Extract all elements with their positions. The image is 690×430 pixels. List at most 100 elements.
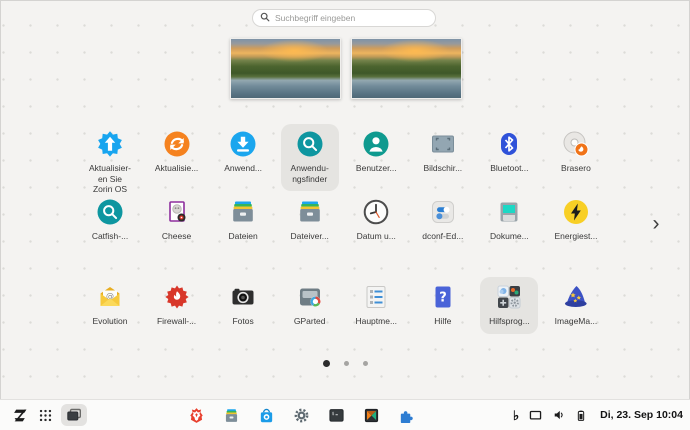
app-fotos[interactable]: Fotos bbox=[214, 277, 272, 334]
app-label: Evolution bbox=[93, 316, 128, 327]
appfinder-icon bbox=[296, 130, 324, 158]
page-dot-1[interactable] bbox=[323, 360, 330, 367]
app-grid-button[interactable] bbox=[39, 409, 52, 422]
app-hauptmenue[interactable]: Hauptme... bbox=[347, 277, 405, 334]
search-input[interactable] bbox=[275, 13, 428, 23]
tray-b-icon[interactable]: ♭ bbox=[513, 409, 519, 422]
search-bar[interactable] bbox=[252, 9, 436, 27]
help-icon: ? bbox=[429, 283, 457, 311]
terminal-button[interactable]: $ bbox=[328, 407, 345, 424]
files-button[interactable] bbox=[223, 407, 240, 424]
files-mini-icon bbox=[223, 407, 240, 424]
evolution-icon: @ bbox=[96, 283, 124, 311]
app-label: Dateien bbox=[228, 231, 257, 242]
app-imagemagick[interactable]: ImageMa... bbox=[547, 277, 605, 334]
app-dateien[interactable]: Dateien bbox=[214, 192, 272, 249]
software-button[interactable] bbox=[258, 407, 275, 424]
app-label: dconf-Ed... bbox=[422, 231, 463, 242]
app-label: Firewall-... bbox=[157, 316, 196, 327]
taskbar-pinned-apps: $ bbox=[188, 400, 415, 430]
app-datum-und-uhrzeit[interactable]: Datum u... bbox=[347, 192, 405, 249]
clock[interactable]: Di, 23. Sep 10:04 bbox=[596, 409, 683, 421]
brave-button[interactable] bbox=[188, 407, 205, 424]
svg-text:?: ? bbox=[439, 291, 447, 306]
zorin-menu-button[interactable] bbox=[11, 406, 30, 425]
app-evolution[interactable]: @ Evolution bbox=[81, 277, 139, 334]
app-label: Aktualisier- en Sie Zorin OS bbox=[89, 163, 131, 195]
brave-icon bbox=[188, 407, 205, 424]
app-label: Aktualisie... bbox=[155, 163, 198, 174]
app-label: Benutzer... bbox=[356, 163, 397, 174]
file-manager-icon bbox=[296, 198, 324, 226]
bluetooth-icon bbox=[495, 130, 523, 158]
app-gparted[interactable]: GParted bbox=[281, 277, 339, 334]
app-bildschirm[interactable]: Bildschir... bbox=[414, 124, 472, 181]
power-icon bbox=[562, 198, 590, 226]
app-label: Datum u... bbox=[357, 231, 396, 242]
extensions-button[interactable] bbox=[398, 407, 415, 424]
app-label: Brasero bbox=[561, 163, 591, 174]
app-aktualisierungen[interactable]: Aktualisie... bbox=[148, 124, 206, 181]
page-dot-3[interactable] bbox=[363, 361, 368, 366]
dconf-icon bbox=[429, 198, 457, 226]
search-icon bbox=[260, 9, 270, 27]
cheese-icon bbox=[163, 198, 191, 226]
app-cheese[interactable]: Cheese bbox=[148, 192, 206, 249]
app-anwendungen[interactable]: Anwend... bbox=[214, 124, 272, 181]
app-label: Anwend... bbox=[224, 163, 262, 174]
window-icon bbox=[66, 408, 82, 422]
taskbar-tray: ♭ Di, 23. Sep 10:04 bbox=[513, 408, 690, 423]
app-energieeinstellungen[interactable]: Energiest... bbox=[547, 192, 605, 249]
app-hilfe[interactable]: ? Hilfe bbox=[414, 277, 472, 334]
wallpaper-thumbnail-1[interactable] bbox=[230, 38, 341, 99]
app-label: ImageMa... bbox=[555, 316, 598, 327]
settings-button[interactable] bbox=[293, 407, 310, 424]
x-app-icon bbox=[363, 407, 380, 424]
app-label: Dateiver... bbox=[291, 231, 329, 242]
app-bluetooth[interactable]: Bluetoot... bbox=[480, 124, 538, 181]
firewall-icon bbox=[163, 283, 191, 311]
taskbar-left bbox=[0, 404, 87, 426]
puzzle-icon bbox=[398, 407, 415, 424]
app-dateiverwaltung[interactable]: Dateiver... bbox=[281, 192, 339, 249]
terminal-icon: $ bbox=[328, 407, 345, 424]
imagemagick-icon bbox=[562, 283, 590, 311]
app-label: Hilfe bbox=[434, 316, 451, 327]
next-page-chevron[interactable]: › bbox=[645, 209, 667, 239]
gparted-icon bbox=[296, 283, 324, 311]
app-label: Dokume... bbox=[490, 231, 529, 242]
app-grid-row-2: Catfish-... Cheese Dateien Dateiver... Datum… bbox=[81, 192, 605, 249]
media-x-button[interactable] bbox=[363, 407, 380, 424]
app-dconf-editor[interactable]: dconf-Ed... bbox=[414, 192, 472, 249]
page-dot-2[interactable] bbox=[344, 361, 349, 366]
app-label: Hilfsprog... bbox=[489, 316, 530, 327]
app-firewall[interactable]: Firewall-... bbox=[148, 277, 206, 334]
app-label: Cheese bbox=[162, 231, 191, 242]
app-grid-row-3: @ Evolution Firewall-... FotosGParted Hauptm… bbox=[81, 277, 605, 334]
tray-slot: ♭ bbox=[513, 408, 587, 423]
software-bag-icon bbox=[258, 407, 275, 424]
battery-icon[interactable] bbox=[575, 408, 587, 423]
brasero-icon bbox=[562, 130, 590, 158]
clock-icon bbox=[362, 198, 390, 226]
desktop: Aktualisier- en Sie Zorin OS Aktualisie..… bbox=[0, 0, 690, 430]
app-label: Energiest... bbox=[554, 231, 597, 242]
app-aktualisieren-sie-zorin-os[interactable]: Aktualisier- en Sie Zorin OS bbox=[81, 124, 139, 202]
app-brasero[interactable]: Brasero bbox=[547, 124, 605, 181]
volume-icon[interactable] bbox=[552, 408, 566, 422]
app-dokumentenscanner[interactable]: Dokume... bbox=[480, 192, 538, 249]
app-benutzer[interactable]: Benutzer... bbox=[347, 124, 405, 181]
wallpaper-thumbnail-2[interactable] bbox=[351, 38, 462, 99]
app-label: Anwendu- ngsfinder bbox=[291, 163, 329, 184]
app-hilfsprogramme[interactable]: Hilfsprog... bbox=[480, 277, 538, 334]
app-catfish[interactable]: Catfish-... bbox=[81, 192, 139, 249]
scanner-icon bbox=[495, 198, 523, 226]
display-icon bbox=[429, 130, 457, 158]
zorin-logo-icon bbox=[11, 406, 30, 425]
page-dots bbox=[0, 360, 690, 367]
app-install-icon bbox=[229, 130, 257, 158]
display-settings-icon[interactable] bbox=[528, 408, 543, 422]
app-anwendungsfinder[interactable]: Anwendu- ngsfinder bbox=[281, 124, 339, 191]
active-window-button[interactable] bbox=[61, 404, 87, 426]
app-label: Hauptme... bbox=[355, 316, 397, 327]
